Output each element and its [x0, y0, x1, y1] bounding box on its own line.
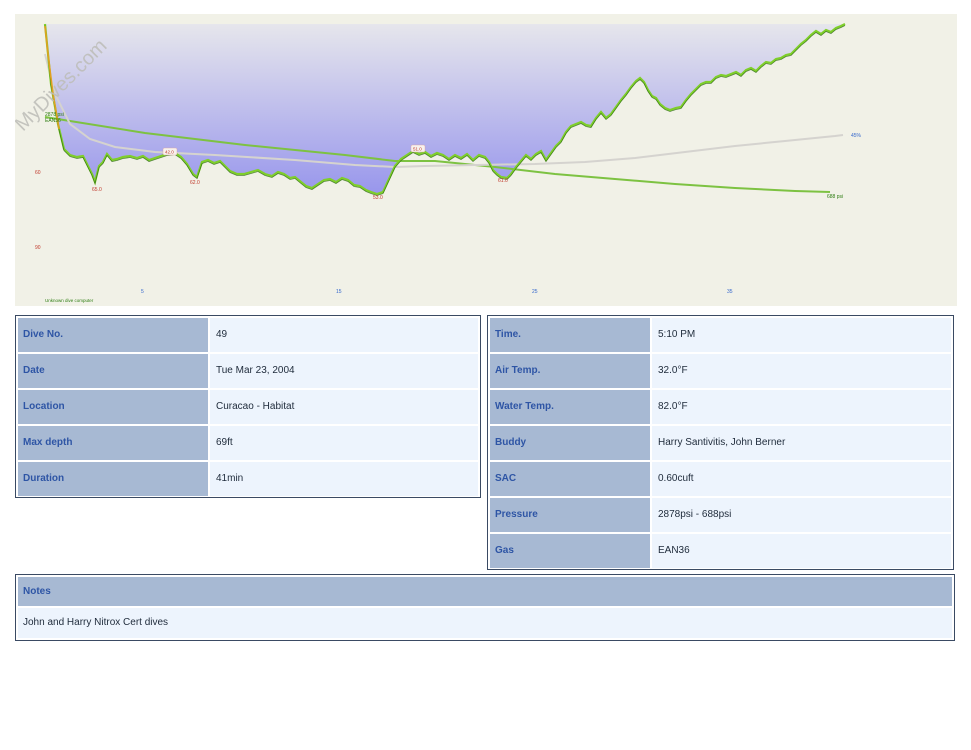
table-row: Duration 41min — [18, 462, 478, 496]
dive-computer-label: Unknown dive computer — [45, 298, 94, 303]
x-tick-25: 25 — [532, 289, 538, 295]
row-label: Date — [18, 354, 208, 388]
notes-text: John and Harry Nitrox Cert dives — [18, 608, 952, 638]
row-label: Pressure — [490, 498, 650, 532]
table-row: Date Tue Mar 23, 2004 — [18, 354, 478, 388]
row-value: 49 — [210, 318, 478, 352]
dive-profile-chart: MyDives.com 2878 psi EAN36 688 psi 45% 6… — [15, 14, 957, 306]
gas-label: EAN36 — [45, 118, 61, 124]
row-value: 82.0°F — [652, 390, 951, 424]
depth-label-62: 62.0 — [190, 180, 200, 186]
table-row: Dive No. 49 — [18, 318, 478, 352]
x-tick-15: 15 — [336, 289, 342, 295]
y-tick-90: 90 — [35, 245, 41, 251]
end-pressure-label: 688 psi — [827, 194, 843, 200]
table-row: Gas EAN36 — [490, 534, 951, 568]
row-label: Gas — [490, 534, 650, 568]
y-tick-60: 60 — [35, 170, 41, 176]
table-row: Air Temp. 32.0°F — [490, 354, 951, 388]
row-label: Time. — [490, 318, 650, 352]
table-row: Time. 5:10 PM — [490, 318, 951, 352]
row-value: 69ft — [210, 426, 478, 460]
row-value: 5:10 PM — [652, 318, 951, 352]
svg-text:42.0: 42.0 — [165, 150, 174, 155]
table-row: Pressure 2878psi - 688psi — [490, 498, 951, 532]
row-value: 32.0°F — [652, 354, 951, 388]
table-row: SAC 0.60cuft — [490, 462, 951, 496]
table-row: Max depth 69ft — [18, 426, 478, 460]
row-label: Dive No. — [18, 318, 208, 352]
dive-conditions-table: Time. 5:10 PM Air Temp. 32.0°F Water Tem… — [487, 315, 954, 570]
dive-summary-table: Dive No. 49 Date Tue Mar 23, 2004 Locati… — [15, 315, 481, 498]
row-value: 2878psi - 688psi — [652, 498, 951, 532]
row-label: Duration — [18, 462, 208, 496]
row-value: EAN36 — [652, 534, 951, 568]
callout-42: 42.0 — [162, 147, 178, 156]
table-row: Buddy Harry Santivitis, John Berner — [490, 426, 951, 460]
depth-label-65: 65.0 — [92, 187, 102, 193]
notes-heading: Notes — [18, 577, 952, 606]
row-label: Location — [18, 390, 208, 424]
row-label: Air Temp. — [490, 354, 650, 388]
row-value: Tue Mar 23, 2004 — [210, 354, 478, 388]
row-value: 0.60cuft — [652, 462, 951, 496]
row-label: Water Temp. — [490, 390, 650, 424]
right-pct-label: 45% — [851, 133, 862, 139]
row-value: 41min — [210, 462, 478, 496]
row-label: Max depth — [18, 426, 208, 460]
svg-text:51.0: 51.0 — [413, 147, 422, 152]
x-tick-5: 5 — [141, 289, 144, 295]
row-label: Buddy — [490, 426, 650, 460]
row-label: SAC — [490, 462, 650, 496]
callout-51: 51.0 — [410, 144, 426, 153]
row-value: Curacao - Habitat — [210, 390, 478, 424]
table-row: Water Temp. 82.0°F — [490, 390, 951, 424]
depth-label-53: 53.0 — [373, 195, 383, 201]
x-tick-35: 35 — [727, 289, 733, 295]
depth-label-61: 61.0 — [498, 178, 508, 184]
row-value: Harry Santivitis, John Berner — [652, 426, 951, 460]
notes-panel: Notes John and Harry Nitrox Cert dives — [15, 574, 955, 641]
table-row: Location Curacao - Habitat — [18, 390, 478, 424]
